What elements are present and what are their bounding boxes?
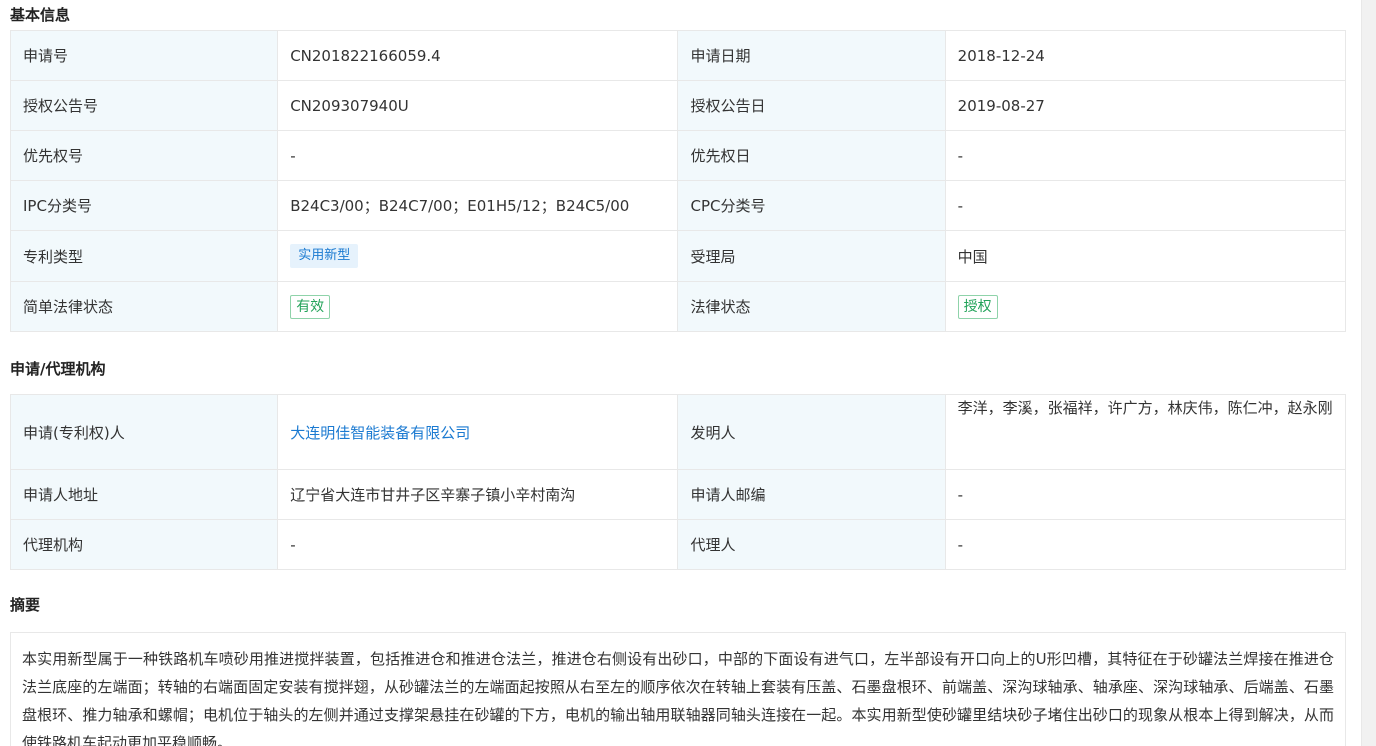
table-row: 代理机构 - 代理人 - bbox=[9, 519, 1347, 570]
section-title-basic-info: 基本信息 bbox=[10, 6, 71, 24]
field-label: 简单法律状态 bbox=[9, 281, 279, 332]
application-date-value: 2018-12-24 bbox=[944, 30, 1347, 81]
field-label: 申请号 bbox=[9, 30, 279, 81]
content-area: 基本信息 申请号 CN201822166059.4 申请日期 2018-12-2… bbox=[9, 0, 1347, 746]
table-row: 专利类型 实用新型 受理局 中国 bbox=[9, 230, 1347, 282]
applicant-agency-table: 申请(专利权)人 大连明佳智能装备有限公司 发明人 李洋，李溪，张福祥，许广方，… bbox=[9, 394, 1347, 570]
field-label: 申请日期 bbox=[677, 30, 946, 81]
vertical-scrollbar[interactable] bbox=[1361, 0, 1376, 746]
field-label: 代理人 bbox=[677, 519, 946, 570]
patent-type-badge: 实用新型 bbox=[290, 244, 359, 268]
table-row: IPC分类号 B24C3/00；B24C7/00；E01H5/12；B24C5/… bbox=[9, 180, 1347, 231]
applicant-link[interactable]: 大连明佳智能装备有限公司 bbox=[290, 424, 470, 442]
section-title-applicant-agency: 申请/代理机构 bbox=[10, 360, 106, 378]
field-label: 优先权号 bbox=[9, 130, 279, 181]
table-row: 申请(专利权)人 大连明佳智能装备有限公司 发明人 李洋，李溪，张福祥，许广方，… bbox=[9, 394, 1347, 470]
basic-info-table: 申请号 CN201822166059.4 申请日期 2018-12-24 授权公… bbox=[9, 30, 1347, 332]
field-label: IPC分类号 bbox=[9, 180, 279, 231]
agency-value: - bbox=[277, 519, 679, 570]
section-title-abstract: 摘要 bbox=[10, 596, 41, 614]
table-row: 授权公告号 CN209307940U 授权公告日 2019-08-27 bbox=[9, 80, 1347, 131]
field-label: 申请人邮编 bbox=[677, 469, 946, 520]
field-label: 代理机构 bbox=[9, 519, 279, 570]
field-label: 申请人地址 bbox=[9, 469, 279, 520]
ipc-classification-value: B24C3/00；B24C7/00；E01H5/12；B24C5/00 bbox=[277, 180, 679, 231]
field-label: 专利类型 bbox=[9, 230, 279, 282]
receiving-office-value: 中国 bbox=[944, 230, 1347, 282]
simple-legal-status-badge: 有效 bbox=[290, 294, 331, 319]
table-row: 申请人地址 辽宁省大连市甘井子区辛寨子镇小辛村南沟 申请人邮编 - bbox=[9, 469, 1347, 520]
field-label: 发明人 bbox=[677, 394, 946, 470]
agent-value: - bbox=[944, 519, 1347, 570]
patent-type-cell: 实用新型 bbox=[277, 230, 679, 282]
field-label: 授权公告号 bbox=[9, 80, 279, 131]
applicant-address-value: 辽宁省大连市甘井子区辛寨子镇小辛村南沟 bbox=[277, 469, 679, 520]
legal-status-cell: 授权 bbox=[944, 281, 1347, 332]
application-number-value: CN201822166059.4 bbox=[277, 30, 679, 81]
simple-legal-status-cell: 有效 bbox=[277, 281, 679, 332]
grant-publication-date-value: 2019-08-27 bbox=[944, 80, 1347, 131]
inventors-value: 李洋，李溪，张福祥，许广方，林庆伟，陈仁冲，赵永刚 bbox=[944, 394, 1347, 470]
table-row: 优先权号 - 优先权日 - bbox=[9, 130, 1347, 181]
field-label: 授权公告日 bbox=[677, 80, 946, 131]
field-label: 优先权日 bbox=[677, 130, 946, 181]
grant-publication-number-value: CN209307940U bbox=[277, 80, 679, 131]
table-row: 简单法律状态 有效 法律状态 授权 bbox=[9, 281, 1347, 332]
field-label: 受理局 bbox=[677, 230, 946, 282]
patent-detail-page: 基本信息 申请号 CN201822166059.4 申请日期 2018-12-2… bbox=[0, 0, 1376, 746]
priority-number-value: - bbox=[277, 130, 679, 181]
field-label: 申请(专利权)人 bbox=[9, 394, 279, 470]
table-row: 申请号 CN201822166059.4 申请日期 2018-12-24 bbox=[9, 30, 1347, 81]
cpc-classification-value: - bbox=[944, 180, 1347, 231]
applicant-cell: 大连明佳智能装备有限公司 bbox=[277, 394, 679, 470]
abstract-text: 本实用新型属于一种铁路机车喷砂用推进搅拌装置，包括推进仓和推进仓法兰，推进仓右侧… bbox=[10, 632, 1346, 746]
priority-date-value: - bbox=[944, 130, 1347, 181]
applicant-postcode-value: - bbox=[944, 469, 1347, 520]
field-label: 法律状态 bbox=[677, 281, 946, 332]
legal-status-badge: 授权 bbox=[957, 294, 998, 319]
field-label: CPC分类号 bbox=[677, 180, 946, 231]
